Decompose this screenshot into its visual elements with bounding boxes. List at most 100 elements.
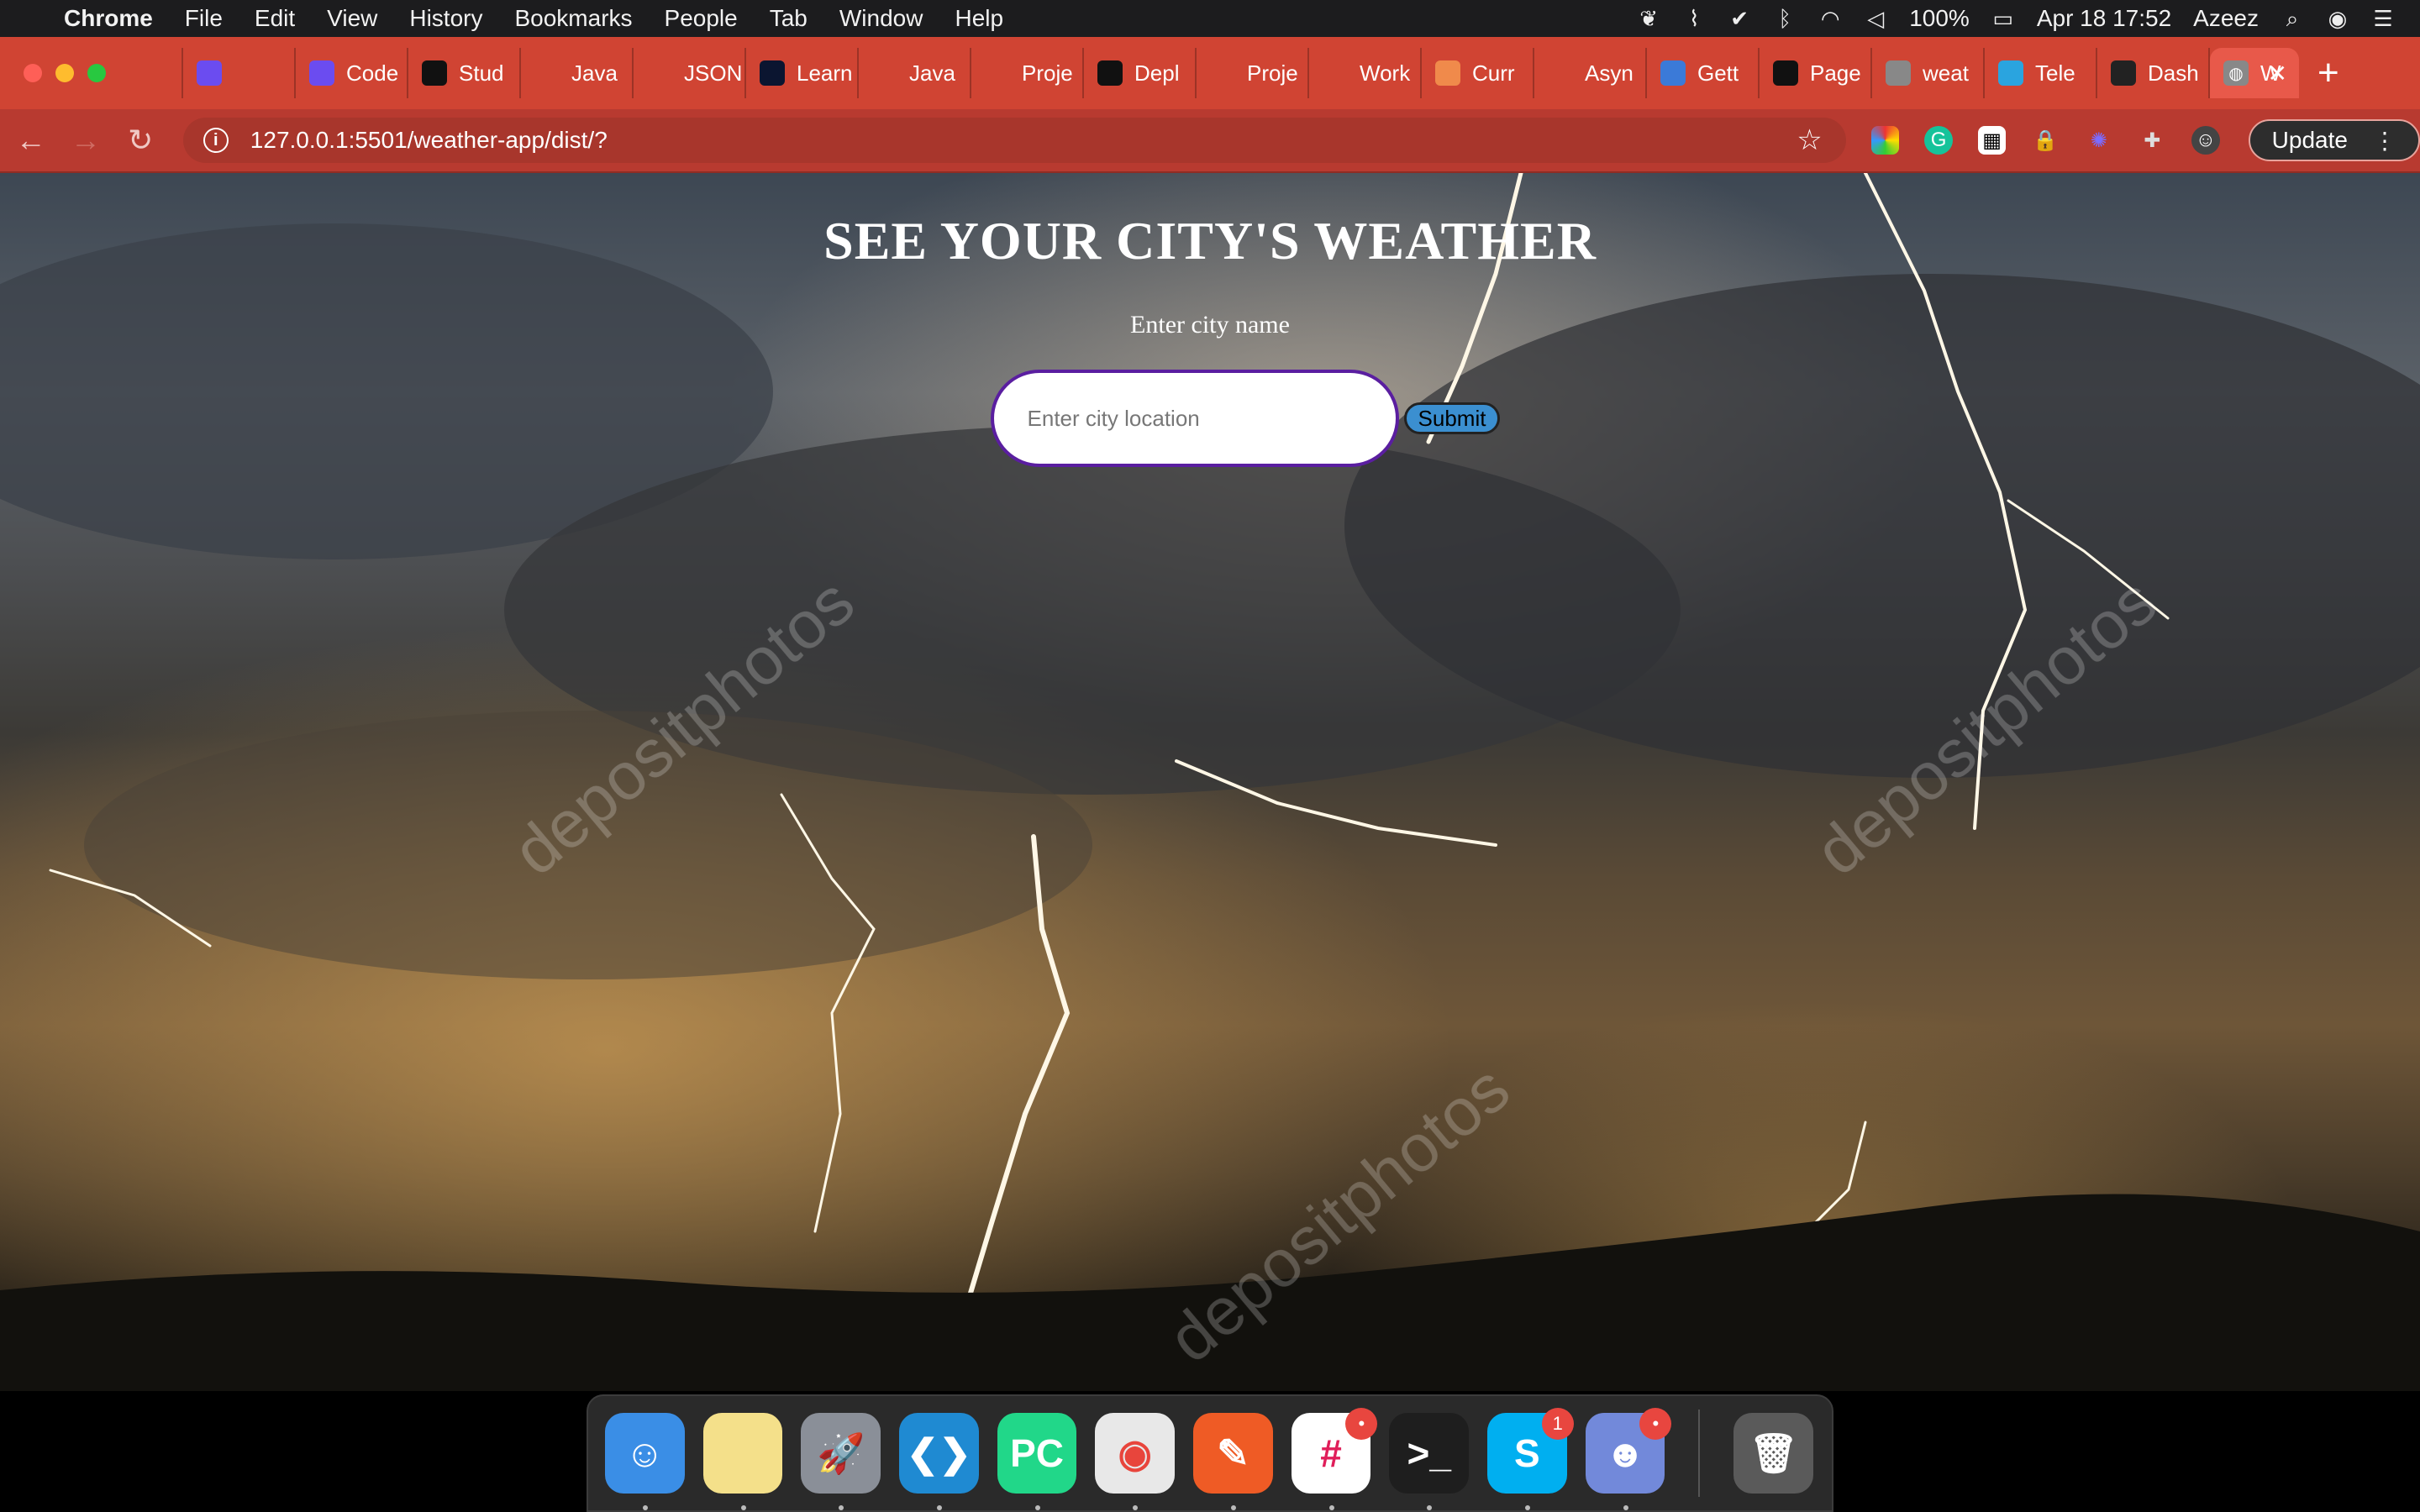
- page-content: SEE YOUR CITY'S WEATHER Enter city name …: [0, 173, 2420, 467]
- siri-icon[interactable]: ◉: [2326, 7, 2349, 30]
- tab[interactable]: Java: [521, 48, 634, 98]
- tab[interactable]: Learn: [746, 48, 859, 98]
- forward-button[interactable]: →: [61, 123, 109, 158]
- dock-finder-icon[interactable]: ☺: [605, 1413, 685, 1510]
- notification-center-icon[interactable]: ☰: [2371, 7, 2395, 30]
- menu-people[interactable]: People: [665, 5, 738, 32]
- tab-label: Java: [909, 60, 955, 86]
- new-tab-button[interactable]: +: [2317, 52, 2339, 94]
- submit-button[interactable]: Submit: [1403, 402, 1501, 434]
- dock-discord-icon[interactable]: ☻ •: [1585, 1408, 1672, 1510]
- menu-history[interactable]: History: [409, 5, 482, 32]
- more-menu-icon[interactable]: ⋮: [2373, 127, 2396, 155]
- menu-tab[interactable]: Tab: [770, 5, 808, 32]
- back-button[interactable]: ←: [7, 123, 55, 158]
- running-indicator: [1525, 1505, 1531, 1510]
- globe-icon: ◍: [2223, 60, 2249, 86]
- tab[interactable]: Work: [1309, 48, 1422, 98]
- qr-code-extension-icon[interactable]: ▦: [1977, 126, 2007, 155]
- clock[interactable]: Apr 18 17:52: [2037, 5, 2171, 32]
- user-name[interactable]: Azeez: [2193, 5, 2259, 32]
- menu-app-name[interactable]: Chrome: [64, 5, 153, 32]
- tab-active[interactable]: ◍ W ✕: [2210, 48, 2299, 98]
- dock-pycharm-icon[interactable]: PC: [997, 1413, 1077, 1510]
- menu-view[interactable]: View: [327, 5, 377, 32]
- tab[interactable]: weat: [1872, 48, 1985, 98]
- dock-glyph: ◉: [1118, 1431, 1152, 1475]
- wifi-icon[interactable]: ◠: [1818, 7, 1842, 30]
- tab[interactable]: Page: [1760, 48, 1872, 98]
- grammarly-extension-icon[interactable]: G: [1924, 126, 1953, 155]
- dock-skype-icon[interactable]: S1: [1487, 1408, 1574, 1510]
- city-location-input[interactable]: [990, 370, 1399, 467]
- close-window-button[interactable]: [24, 64, 42, 82]
- tab-label: Tele: [2035, 60, 2075, 86]
- tab[interactable]: Curr: [1422, 48, 1534, 98]
- tab[interactable]: Proje: [1197, 48, 1309, 98]
- dock-terminal-icon[interactable]: >_: [1389, 1413, 1470, 1510]
- tab[interactable]: Code: [296, 48, 408, 98]
- dock-vscode-icon[interactable]: ❮❯: [899, 1413, 979, 1510]
- tab[interactable]: Java: [859, 48, 971, 98]
- menu-help[interactable]: Help: [955, 5, 1003, 32]
- color-picker-extension-icon[interactable]: [1870, 126, 1900, 155]
- tab[interactable]: Stud: [408, 48, 521, 98]
- tab[interactable]: Depl: [1084, 48, 1197, 98]
- bookmark-icon: [1548, 60, 1573, 86]
- menu-bar: Chrome File Edit View History Bookmarks …: [0, 0, 2420, 37]
- notification-badge: •: [1639, 1408, 1672, 1440]
- tab[interactable]: Dash: [2097, 48, 2210, 98]
- dock-separator: [1698, 1410, 1701, 1497]
- tab[interactable]: Proje: [971, 48, 1084, 98]
- minimize-window-button[interactable]: [55, 64, 74, 82]
- running-indicator: [1034, 1505, 1040, 1510]
- battery-icon[interactable]: ▭: [1991, 7, 2015, 30]
- paperclip-icon[interactable]: ⌇: [1682, 7, 1706, 30]
- reload-button[interactable]: ↻: [117, 123, 165, 158]
- dock-launchpad-icon[interactable]: 🚀: [801, 1413, 881, 1510]
- bird-icon[interactable]: ❦: [1637, 7, 1660, 30]
- url-text[interactable]: 127.0.0.1:5501/weather-app/dist/?: [250, 127, 608, 154]
- maximize-window-button[interactable]: [87, 64, 106, 82]
- lock-extension-icon[interactable]: 🔒: [2031, 126, 2060, 155]
- running-indicator: [1133, 1505, 1139, 1510]
- battery-percent[interactable]: 100%: [1909, 5, 1970, 32]
- address-bar[interactable]: i 127.0.0.1:5501/weather-app/dist/? ☆: [182, 118, 1846, 163]
- bookmark-star-icon[interactable]: ☆: [1797, 123, 1822, 157]
- menu-window[interactable]: Window: [839, 5, 923, 32]
- profile-avatar[interactable]: ☺: [2191, 126, 2220, 155]
- update-button[interactable]: Update ⋮: [2248, 119, 2420, 161]
- reload-icon: [148, 60, 173, 86]
- dock-slack-icon[interactable]: # •: [1291, 1408, 1378, 1510]
- tab-label: Stud: [459, 60, 504, 86]
- tab-label: Proje: [1022, 60, 1073, 86]
- check-shield-icon[interactable]: ✔: [1728, 7, 1751, 30]
- dock-postman-icon[interactable]: ✎: [1193, 1413, 1273, 1510]
- extensions-puzzle-icon[interactable]: ✚: [2139, 126, 2167, 155]
- running-indicator: [1427, 1505, 1433, 1510]
- dock-notes-icon[interactable]: [702, 1413, 783, 1510]
- tab[interactable]: Tele: [1985, 48, 2097, 98]
- tab[interactable]: Asyn: [1534, 48, 1647, 98]
- tab-label: Work: [1360, 60, 1411, 86]
- close-tab-icon[interactable]: ✕: [2268, 60, 2287, 87]
- dock-chrome-icon[interactable]: ◉: [1095, 1413, 1176, 1510]
- tab[interactable]: [183, 48, 296, 98]
- dock-glyph: S: [1514, 1431, 1540, 1475]
- codemo-icon: [197, 60, 222, 86]
- dock-trash-icon[interactable]: 🗑: [1733, 1413, 1814, 1494]
- menu-bookmarks[interactable]: Bookmarks: [514, 5, 632, 32]
- bluetooth-icon[interactable]: ᛒ: [1773, 7, 1797, 30]
- tab[interactable]: JSON: [634, 48, 746, 98]
- menu-file[interactable]: File: [185, 5, 223, 32]
- github-icon: [1097, 60, 1123, 86]
- tab[interactable]: [134, 48, 183, 98]
- codemo-icon: [534, 60, 560, 86]
- spotlight-search-icon[interactable]: ⌕: [2281, 7, 2304, 30]
- volume-icon[interactable]: ◁: [1864, 7, 1887, 30]
- tab[interactable]: Gett: [1647, 48, 1760, 98]
- sparkle-extension-icon[interactable]: ✺: [2085, 126, 2113, 155]
- cloud-icon: [1435, 60, 1460, 86]
- site-info-icon[interactable]: i: [203, 128, 229, 153]
- menu-edit[interactable]: Edit: [255, 5, 295, 32]
